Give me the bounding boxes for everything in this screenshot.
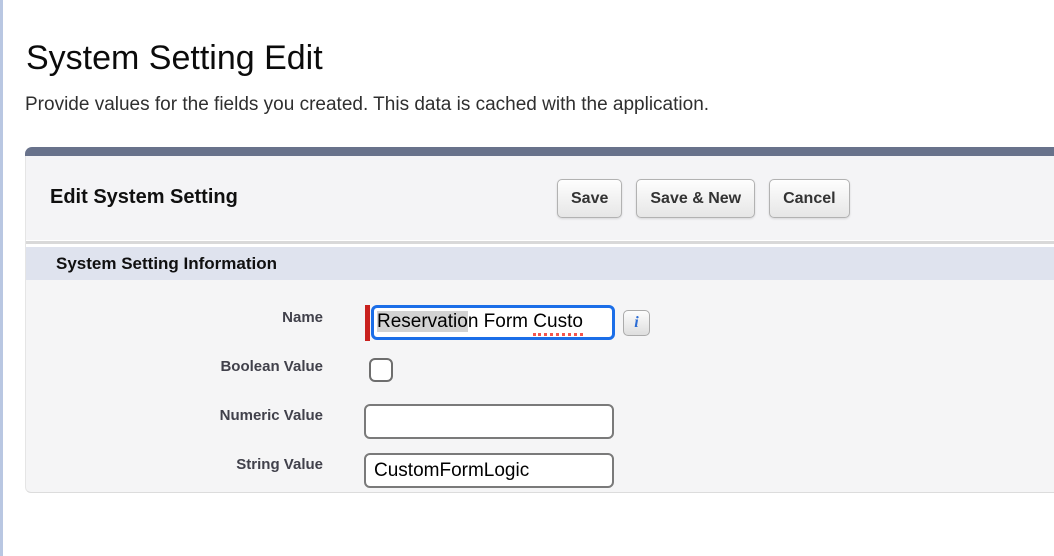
left-accent-border — [0, 0, 3, 556]
info-icon: i — [634, 315, 638, 331]
section-header: System Setting Information — [25, 247, 1054, 280]
boolean-checkbox[interactable] — [369, 358, 393, 382]
name-input-text-misspelled: Custo — [533, 311, 583, 336]
form-body: Name Reservation Form Custo i Boolean Va… — [25, 280, 1054, 493]
section-header-title: System Setting Information — [56, 254, 277, 274]
panel-top-bar — [25, 147, 1054, 156]
name-input-text-selected: Reservatio — [377, 311, 468, 332]
string-input[interactable] — [364, 453, 614, 488]
page-title: System Setting Edit — [26, 39, 323, 78]
boolean-field-label: Boolean Value — [26, 358, 323, 375]
panel-divider — [25, 239, 1054, 247]
save-and-new-button[interactable]: Save & New — [636, 179, 755, 218]
save-button[interactable]: Save — [557, 179, 622, 218]
button-group: Save Save & New Cancel — [557, 179, 850, 218]
string-field-label: String Value — [26, 456, 323, 473]
panel-header-title: Edit System Setting — [50, 186, 238, 209]
name-input-text: n Form — [468, 311, 533, 332]
page-subtitle: Provide values for the fields you create… — [25, 94, 709, 116]
numeric-input[interactable] — [364, 404, 614, 439]
name-field-label: Name — [26, 309, 323, 326]
cancel-button[interactable]: Cancel — [769, 179, 849, 218]
name-input[interactable]: Reservation Form Custo — [371, 305, 615, 340]
required-indicator — [365, 305, 370, 341]
info-icon-button[interactable]: i — [623, 310, 650, 336]
panel-header: Edit System Setting Save Save & New Canc… — [25, 156, 1054, 239]
numeric-field-label: Numeric Value — [26, 407, 323, 424]
edit-system-setting-panel: Edit System Setting Save Save & New Canc… — [25, 147, 1054, 493]
